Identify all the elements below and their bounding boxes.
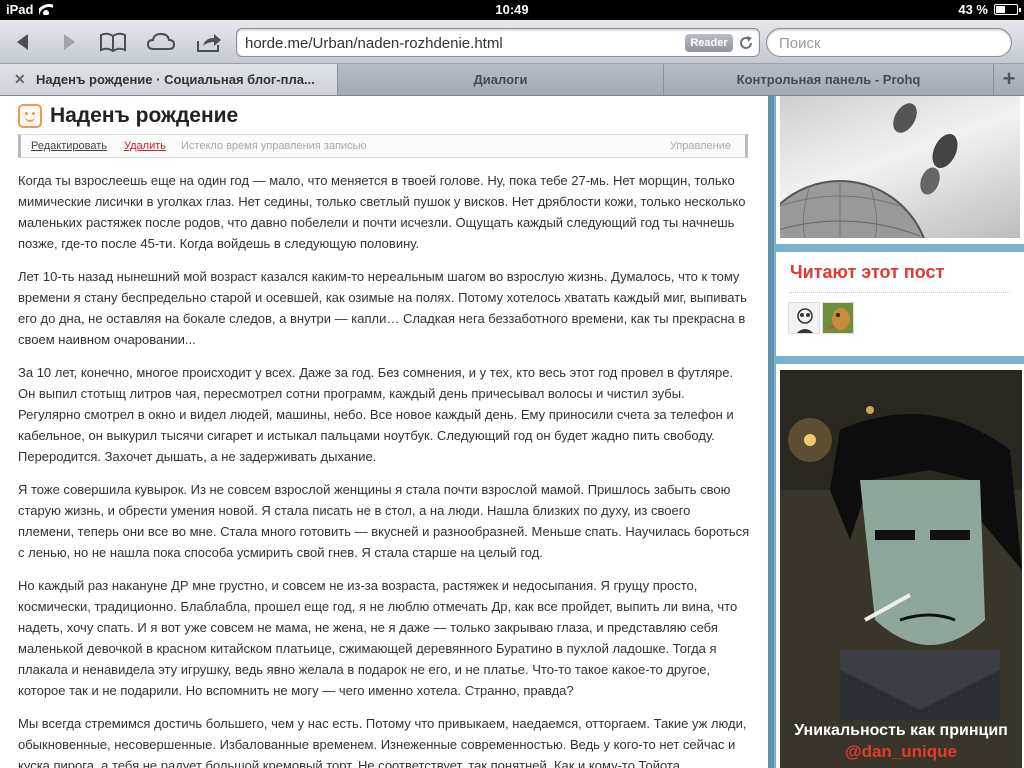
reader-avatar[interactable] bbox=[822, 302, 854, 334]
promo-tagline: Уникальность как принцип bbox=[794, 722, 1008, 739]
readers-divider bbox=[790, 292, 1010, 293]
post-content: Наденъ рождение Редактировать Удалить Ис… bbox=[0, 96, 768, 768]
post-smiley-icon bbox=[18, 104, 42, 128]
address-bar[interactable]: horde.me/Urban/naden-rozhdenie.html Read… bbox=[236, 28, 760, 57]
search-input[interactable]: Поиск bbox=[766, 28, 1012, 57]
delete-link[interactable]: Удалить bbox=[124, 140, 166, 152]
share-button[interactable] bbox=[194, 28, 224, 56]
readers-widget: Читают этот пост bbox=[776, 252, 1024, 356]
battery-percent: 43 % bbox=[958, 2, 988, 17]
readers-title: Читают этот пост bbox=[790, 262, 945, 282]
paragraph: За 10 лет, конечно, многое происходит у … bbox=[18, 365, 734, 464]
post-body: Когда ты взрослеешь еще на один год — ма… bbox=[18, 170, 750, 768]
paragraph: Я тоже совершила кувырок. Из не совсем в… bbox=[18, 482, 750, 560]
plus-icon: + bbox=[1002, 66, 1016, 91]
battery-icon bbox=[994, 4, 1021, 15]
search-placeholder: Поиск bbox=[779, 35, 821, 52]
tab-label: Диалоги bbox=[473, 72, 528, 87]
sidebar-photo-widget bbox=[776, 96, 1024, 244]
post-title: Наденъ рождение bbox=[50, 104, 239, 127]
paragraph: Лет 10-ть назад нынешний мой возраст каз… bbox=[18, 269, 747, 347]
tab-label: Контрольная панель - Prohq bbox=[736, 72, 921, 87]
sidebar-divider bbox=[768, 96, 774, 768]
back-arrow-icon bbox=[17, 34, 28, 50]
tab-label: Наденъ рождение · Социальная блог-пла... bbox=[36, 72, 315, 87]
paragraph: Мы всегда стремимся достичь большего, че… bbox=[18, 716, 747, 768]
reader-button[interactable]: Reader bbox=[685, 34, 733, 52]
forward-arrow-icon bbox=[64, 34, 75, 50]
new-tab-button[interactable]: + bbox=[994, 64, 1024, 95]
promo-banner[interactable]: Уникальность как принцип @dan_unique bbox=[780, 370, 1022, 768]
close-tab-icon[interactable]: ✕ bbox=[14, 64, 26, 95]
browser-toolbar: horde.me/Urban/naden-rozhdenie.html Read… bbox=[0, 20, 1024, 64]
promo-widget: Уникальность как принцип @dan_unique bbox=[776, 364, 1024, 768]
icloud-tabs-button[interactable] bbox=[146, 28, 176, 56]
reader-avatar[interactable] bbox=[788, 302, 820, 334]
share-icon bbox=[197, 34, 221, 52]
tab-control-panel[interactable]: Контрольная панель - Prohq bbox=[664, 64, 994, 95]
cloud-icon bbox=[146, 32, 176, 50]
back-button[interactable] bbox=[8, 28, 38, 56]
edit-link[interactable]: Редактировать bbox=[31, 140, 107, 152]
expired-notice: Истекло время управления записью bbox=[181, 140, 367, 152]
clock: 10:49 bbox=[495, 2, 529, 17]
paragraph: Но каждый раз накануне ДР мне грустно, и… bbox=[18, 578, 738, 698]
footprints-globe-image[interactable] bbox=[780, 96, 1020, 238]
url-text[interactable]: horde.me/Urban/naden-rozhdenie.html bbox=[245, 35, 503, 52]
tab-current[interactable]: ✕ Наденъ рождение · Социальная блог-пла.… bbox=[0, 64, 338, 95]
post-actions-bar: Редактировать Удалить Истекло время упра… bbox=[18, 134, 748, 158]
tab-bar: ✕ Наденъ рождение · Социальная блог-пла.… bbox=[0, 64, 1024, 96]
reload-icon[interactable] bbox=[737, 34, 755, 52]
bookmarks-button[interactable] bbox=[98, 28, 128, 56]
tab-dialogs[interactable]: Диалоги bbox=[338, 64, 664, 95]
forward-button[interactable] bbox=[54, 28, 84, 56]
status-bar: iPad 10:49 43 % bbox=[0, 0, 1024, 20]
paragraph: Когда ты взрослеешь еще на один год — ма… bbox=[18, 173, 746, 251]
manage-label: Управление bbox=[669, 140, 731, 152]
promo-handle[interactable]: @dan_unique bbox=[780, 742, 1022, 762]
book-icon bbox=[100, 32, 126, 53]
